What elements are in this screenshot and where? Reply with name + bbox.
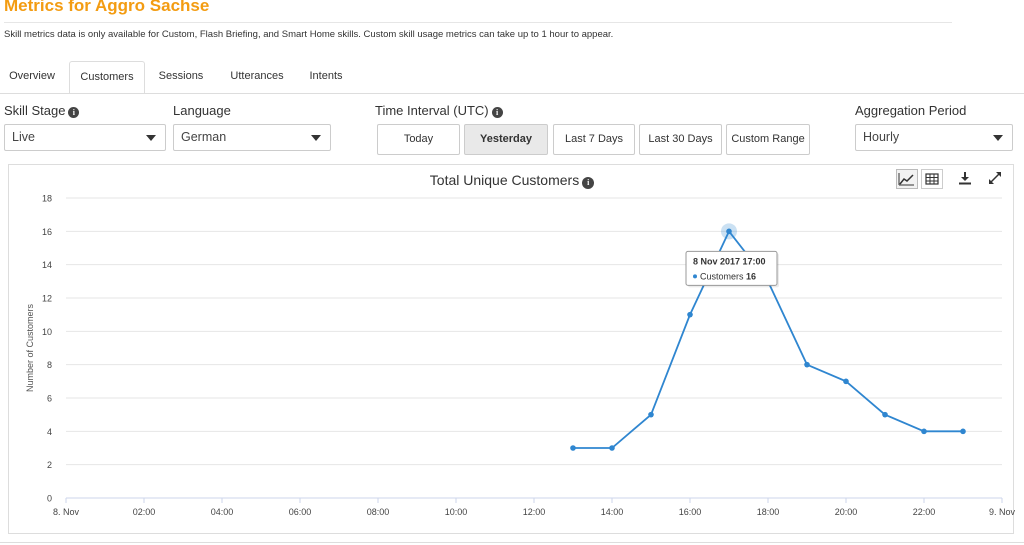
x-tick-label: 22:00 — [913, 507, 936, 517]
x-tick-label: 20:00 — [835, 507, 858, 517]
y-tick-label: 14 — [42, 260, 52, 270]
y-tick-label: 0 — [47, 494, 52, 504]
x-tick-label: 08:00 — [367, 507, 390, 517]
y-tick-label: 8 — [47, 360, 52, 370]
y-tick-label: 6 — [47, 394, 52, 404]
data-point — [726, 228, 732, 235]
x-tick-label: 16:00 — [679, 507, 702, 517]
data-point — [609, 445, 615, 451]
data-point — [687, 311, 693, 318]
x-tick-label: 14:00 — [601, 507, 624, 517]
data-point — [843, 378, 849, 385]
y-tick-label: 4 — [47, 427, 52, 437]
x-tick-label: 02:00 — [133, 507, 156, 517]
x-tick-label: 12:00 — [523, 507, 546, 517]
data-point — [804, 361, 810, 368]
y-tick-label: 18 — [42, 194, 52, 204]
tooltip-series-label: Customers 16 — [700, 271, 756, 281]
tooltip-date: 8 Nov 2017 17:00 — [693, 256, 766, 266]
x-tick-label: 9. Nov — [989, 507, 1016, 517]
y-tick-label: 16 — [42, 227, 52, 237]
data-point — [960, 428, 966, 435]
x-tick-label: 10:00 — [445, 507, 468, 517]
x-tick-label: 04:00 — [211, 507, 234, 517]
tooltip-value: 16 — [746, 271, 756, 281]
y-axis-label: Number of Customers — [25, 303, 35, 392]
bottom-divider — [0, 542, 1024, 543]
data-point — [882, 411, 888, 418]
data-point — [570, 445, 576, 451]
tooltip-series-dot — [693, 274, 697, 279]
x-tick-label: 8. Nov — [53, 507, 80, 517]
x-tick-label: 18:00 — [757, 507, 780, 517]
y-tick-label: 2 — [47, 460, 52, 470]
customers-line-chart: 0 2 4 6 8 10 12 14 16 18 8. Nov 02:00 04:00 06:00 08:0… — [25, 194, 1016, 518]
y-tick-label: 12 — [42, 294, 52, 304]
data-point — [921, 428, 927, 435]
y-tick-label: 10 — [42, 327, 52, 337]
x-tick-label: 06:00 — [289, 507, 312, 517]
data-point — [648, 411, 654, 418]
